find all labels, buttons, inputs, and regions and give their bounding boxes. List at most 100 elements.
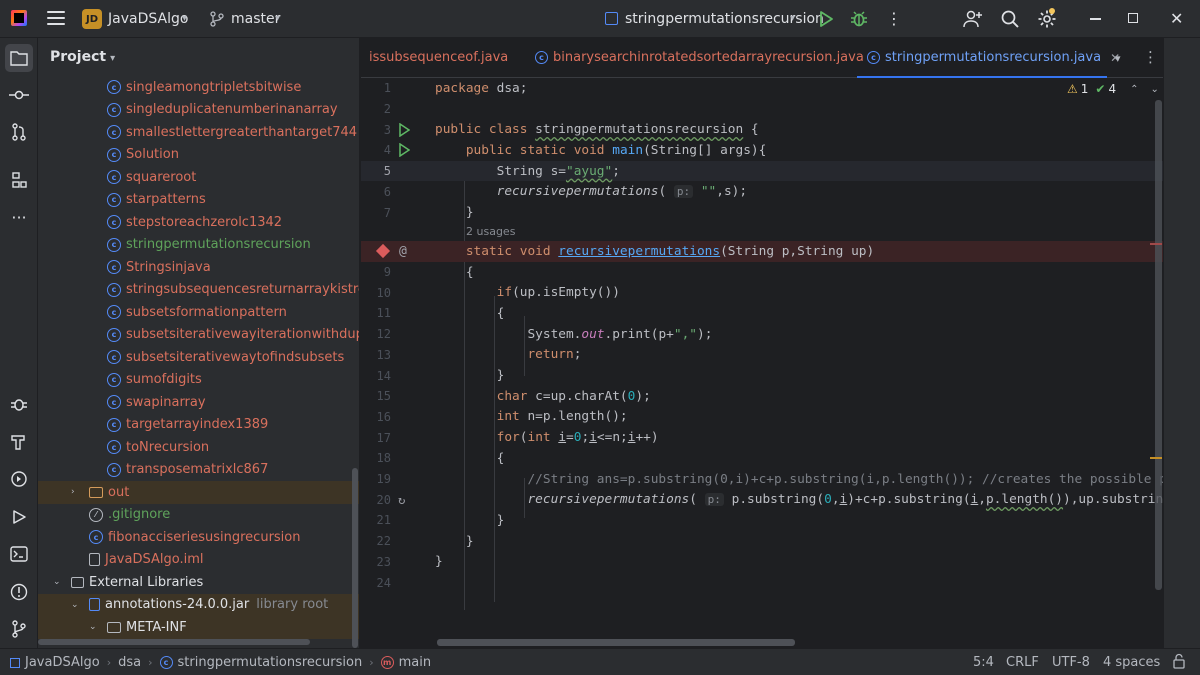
services-tool-icon[interactable] [5,465,33,493]
jar-icon [89,598,100,612]
breadcrumb-item[interactable]: stringpermutationsrecursion [178,655,363,670]
tabs-list-chevron-icon[interactable]: ▾ [1115,52,1121,65]
tree-item[interactable]: c subsetsformationpattern [38,301,359,324]
implemented-at-icon[interactable]: @ [399,244,407,259]
tree-jar[interactable]: ⌄ annotations-24.0.0.jar library root [38,593,359,616]
commit-tool-icon[interactable] [5,81,33,109]
problems-tool-icon[interactable] [5,578,33,606]
chevron-down-icon[interactable]: ▾ [275,13,280,24]
tree-item-label: squareroot [126,169,197,185]
tree-item[interactable]: c Solution [38,144,359,167]
breadcrumb-item[interactable]: main [399,655,431,670]
run-button[interactable] [818,10,834,28]
usages-hint[interactable]: 2 usages [466,225,515,238]
class-icon: c [535,51,548,64]
chevron-down-icon[interactable]: ▾ [790,13,795,24]
line-number: 19 [376,472,391,487]
chevron-right-icon[interactable]: › [71,487,83,497]
git-tool-icon[interactable] [5,615,33,643]
breadcrumb-item[interactable]: dsa [118,655,141,670]
tree-item[interactable]: c singleamongtripletsbitwise [38,76,359,99]
class-icon: c [89,530,103,545]
tree-item[interactable]: c fibonacciseriesusingrecursion [38,526,359,549]
chevron-down-icon[interactable]: ⌄ [89,622,101,632]
breadcrumb-item[interactable]: JavaDSAlgo [25,655,100,670]
recursive-call-icon[interactable]: ↻ [398,493,405,507]
tree-item-label: targetarrayindex1389 [126,417,269,433]
tree-item[interactable]: c Stringsinjava [38,256,359,279]
debug-button[interactable] [850,10,868,28]
main-menu-icon[interactable] [47,11,65,25]
tree-item[interactable]: c stepstoreachzerolc1342 [38,211,359,234]
tab-issubsequenceof[interactable]: issubsequenceof.java [369,50,508,65]
close-window-button[interactable]: ✕ [1170,9,1183,28]
run-tool-icon[interactable] [5,503,33,531]
chevron-down-icon[interactable]: ▾ [110,53,115,64]
more-actions-icon[interactable]: ⋮ [886,9,902,28]
pull-requests-icon[interactable] [5,118,33,146]
tree-item[interactable]: c transposematrixlc867 [38,459,359,482]
file-encoding[interactable]: UTF-8 [1052,655,1090,670]
tab-binarysearch[interactable]: c binarysearchinrotatedsortedarrayrecurs… [535,50,864,65]
chevron-down-icon[interactable]: ⌄ [53,577,65,587]
warning-stripe-marker[interactable] [1150,457,1162,459]
tree-item[interactable]: c toNrecursion [38,436,359,459]
tree-item[interactable]: c sumofdigits [38,369,359,392]
tree-item[interactable]: c subsetsiterativewaytofindsubsets [38,346,359,369]
tabs-more-icon[interactable]: ⋮ [1143,48,1158,66]
tree-folder-meta-inf[interactable]: ⌄ META-INF [38,616,359,639]
project-tool-icon[interactable] [5,44,33,72]
search-icon[interactable] [1000,9,1020,29]
debug-tool-icon[interactable] [5,390,33,418]
library-icon [71,576,84,588]
build-tool-icon[interactable] [5,428,33,456]
tree-item[interactable]: c swapinarray [38,391,359,414]
tree-item[interactable]: c targetarrayindex1389 [38,414,359,437]
project-badge[interactable]: JD [82,9,102,29]
chevron-down-icon[interactable]: ▾ [182,13,187,24]
tree-external-libraries[interactable]: ⌄ External Libraries [38,571,359,594]
project-switcher[interactable]: JavaDSAlgo [108,11,188,27]
line-separator[interactable]: CRLF [1006,655,1039,670]
error-stripe-marker[interactable] [1150,243,1162,245]
project-panel-hscrollbar[interactable] [38,639,310,645]
class-icon: c [107,260,121,275]
run-gutter-icon[interactable] [398,122,410,137]
tree-item[interactable]: c smallestlettergreaterthantarget744 [38,121,359,144]
structure-tool-icon[interactable] [5,166,33,194]
lock-icon[interactable] [1172,653,1186,669]
tree-file-gitignore[interactable]: ⁄ .gitignore [38,504,359,527]
class-icon: c [867,51,880,64]
branch-switcher[interactable]: master [231,11,280,27]
minimize-button[interactable] [1090,18,1101,20]
indent-setting[interactable]: 4 spaces [1103,655,1160,670]
class-icon: c [107,395,121,410]
caret-position[interactable]: 5:4 [973,655,994,670]
run-gutter-icon[interactable] [398,143,410,158]
tab-stringpermutations[interactable]: c stringpermutationsrecursion.java ✕ [867,50,1120,65]
tree-item[interactable]: c singleduplicatenumberinanarray [38,99,359,122]
tree-item[interactable]: c starpatterns [38,189,359,212]
breakpoint-icon[interactable] [375,244,391,259]
tree-folder-out[interactable]: › out [38,481,359,504]
more-tools-icon[interactable]: ··· [5,203,33,231]
editor-vertical-scrollbar[interactable] [1155,100,1162,590]
editor-horizontal-scrollbar[interactable] [437,639,795,646]
project-panel-header[interactable]: Project ▾ [50,49,115,65]
folder-icon [107,621,121,633]
tree-file-iml[interactable]: JavaDSAlgo.iml [38,549,359,572]
maximize-button[interactable] [1128,13,1138,23]
chevron-down-icon[interactable]: ⌄ [71,600,83,610]
tree-item[interactable]: c stringsubsequencesreturnarraykistrecurs… [38,279,359,302]
code-editor[interactable]: ⚠ 1 ✔ 4 ⌃ ⌄ 1 package dsa; 2 3 public cla… [361,78,1163,648]
class-icon: c [107,125,121,140]
git-branch-icon[interactable] [210,11,224,27]
tree-item[interactable]: c stringpermutationsrecursion [38,234,359,257]
code-with-me-icon[interactable] [963,9,983,29]
tree-item[interactable]: c subsetsiterativewayiterationwithduplica… [38,324,359,347]
param-hint: p: [673,185,694,199]
ignore-file-icon: ⁄ [89,507,103,522]
project-panel-scrollbar[interactable] [352,468,358,648]
terminal-tool-icon[interactable] [5,540,33,568]
tree-item[interactable]: c squareroot [38,166,359,189]
